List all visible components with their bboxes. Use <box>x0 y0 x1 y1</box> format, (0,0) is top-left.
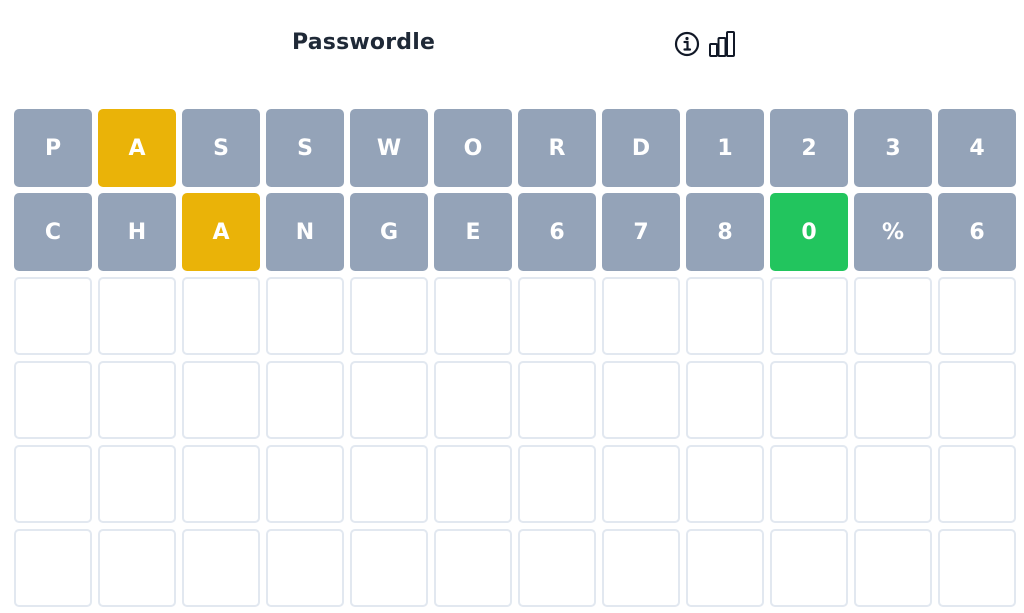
letter-tile-absent: 4 <box>938 109 1016 187</box>
letter-tile-present: A <box>182 193 260 271</box>
stats-icon[interactable] <box>707 29 737 59</box>
letter-tile-absent: P <box>14 109 92 187</box>
empty-tile <box>770 277 848 355</box>
board-row <box>14 445 1016 523</box>
empty-tile <box>686 445 764 523</box>
empty-tile <box>518 361 596 439</box>
empty-tile <box>350 277 428 355</box>
empty-tile <box>434 361 512 439</box>
empty-tile <box>686 361 764 439</box>
letter-tile-correct: 0 <box>770 193 848 271</box>
empty-tile <box>938 277 1016 355</box>
empty-tile <box>98 529 176 607</box>
empty-tile <box>434 529 512 607</box>
empty-tile <box>434 277 512 355</box>
empty-tile <box>938 445 1016 523</box>
letter-tile-absent: C <box>14 193 92 271</box>
empty-tile <box>518 529 596 607</box>
empty-tile <box>266 529 344 607</box>
info-icon[interactable] <box>673 30 701 58</box>
letter-tile-absent: 8 <box>686 193 764 271</box>
empty-tile <box>602 277 680 355</box>
letter-tile-absent: % <box>854 193 932 271</box>
empty-tile <box>938 361 1016 439</box>
board-row <box>14 529 1016 607</box>
empty-tile <box>350 445 428 523</box>
empty-tile <box>98 361 176 439</box>
game-board: P A S S W O R D 1 2 3 4 C H A N G E 6 7 8 0% 6 <box>14 109 1016 613</box>
letter-tile-absent: O <box>434 109 512 187</box>
letter-tile-absent: 2 <box>770 109 848 187</box>
board-row <box>14 361 1016 439</box>
board-row: C H A N G E 6 7 8 0% 6 <box>14 193 1016 271</box>
empty-tile <box>518 445 596 523</box>
empty-tile <box>770 445 848 523</box>
letter-tile-absent: H <box>98 193 176 271</box>
letter-tile-absent: S <box>266 109 344 187</box>
empty-tile <box>854 445 932 523</box>
empty-tile <box>14 361 92 439</box>
board-row: PASSWORD1234 <box>14 109 1016 187</box>
letter-tile-present: A <box>98 109 176 187</box>
empty-tile <box>266 277 344 355</box>
letter-tile-absent: 3 <box>854 109 932 187</box>
empty-tile <box>266 361 344 439</box>
letter-tile-absent: 7 <box>602 193 680 271</box>
letter-tile-absent: E <box>434 193 512 271</box>
empty-tile <box>98 445 176 523</box>
empty-tile <box>434 445 512 523</box>
empty-tile <box>686 277 764 355</box>
letter-tile-absent: 6 <box>518 193 596 271</box>
empty-tile <box>602 361 680 439</box>
letter-tile-absent: S <box>182 109 260 187</box>
empty-tile <box>350 361 428 439</box>
empty-tile <box>14 277 92 355</box>
page-title: Passwordle <box>292 30 436 55</box>
empty-tile <box>14 445 92 523</box>
empty-tile <box>350 529 428 607</box>
empty-tile <box>182 529 260 607</box>
empty-tile <box>770 529 848 607</box>
letter-tile-absent: D <box>602 109 680 187</box>
empty-tile <box>182 445 260 523</box>
letter-tile-absent: W <box>350 109 428 187</box>
empty-tile <box>602 445 680 523</box>
empty-tile <box>686 529 764 607</box>
letter-tile-absent: N <box>266 193 344 271</box>
empty-tile <box>854 277 932 355</box>
letter-tile-absent: R <box>518 109 596 187</box>
header-icons <box>673 29 737 59</box>
empty-tile <box>98 277 176 355</box>
letter-tile-absent: G <box>350 193 428 271</box>
empty-tile <box>602 529 680 607</box>
empty-tile <box>938 529 1016 607</box>
empty-tile <box>518 277 596 355</box>
empty-tile <box>770 361 848 439</box>
board-row <box>14 277 1016 355</box>
empty-tile <box>14 529 92 607</box>
empty-tile <box>266 445 344 523</box>
empty-tile <box>854 529 932 607</box>
letter-tile-absent: 1 <box>686 109 764 187</box>
empty-tile <box>182 277 260 355</box>
empty-tile <box>854 361 932 439</box>
empty-tile <box>182 361 260 439</box>
letter-tile-absent: 6 <box>938 193 1016 271</box>
